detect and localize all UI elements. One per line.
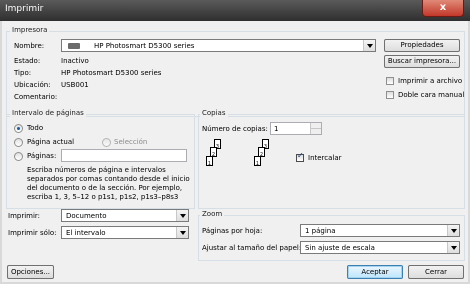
print-what-value: Documento: [66, 212, 107, 220]
pages-per-sheet-label: Páginas por hoja:: [202, 227, 263, 235]
range-current-label: Página actual: [27, 138, 75, 146]
printer-icon: [68, 43, 80, 49]
pages-input[interactable]: [61, 149, 187, 162]
collate-stack-1: 3 2 1: [202, 139, 232, 179]
range-pages-label: Páginas:: [27, 152, 57, 160]
chevron-down-icon: [447, 225, 459, 236]
ok-button[interactable]: Aceptar: [347, 265, 403, 279]
printer-name-label: Nombre:: [14, 42, 45, 50]
dialog-body: Impresora Nombre: HP Photosmart D5300 se…: [2, 21, 468, 282]
collate-checkbox[interactable]: ✓: [296, 151, 304, 162]
zoom-group: [198, 215, 465, 261]
spin-down-icon[interactable]: [310, 129, 321, 134]
copies-count-input[interactable]: 1: [270, 122, 322, 135]
scale-value: Sin ajuste de escala: [305, 244, 375, 252]
range-current-radio[interactable]: [14, 138, 23, 147]
copies-count-label: Número de copias:: [202, 125, 268, 133]
print-what-select[interactable]: Documento: [61, 209, 189, 222]
copies-count-value: 1: [274, 125, 279, 133]
type-label: Tipo:: [14, 69, 32, 77]
printer-name-select[interactable]: HP Photosmart D5300 series: [61, 39, 376, 52]
printer-name-value: HP Photosmart D5300 series: [94, 42, 195, 50]
range-help-text: Escriba números de página e intervalos s…: [27, 166, 190, 201]
collate-label: Intercalar: [308, 154, 342, 162]
print-to-file-checkbox[interactable]: [386, 77, 394, 85]
collate-stack-2: 3 2 1: [250, 139, 280, 179]
range-selection-label: Selección: [114, 138, 148, 146]
properties-button[interactable]: Propiedades: [384, 39, 460, 52]
chevron-down-icon: [447, 242, 459, 253]
duplex-checkbox[interactable]: [386, 91, 394, 99]
page-range-group-title: Intervalo de páginas: [10, 109, 86, 117]
title-bar: Imprimir x: [0, 0, 470, 21]
duplex-label: Doble cara manual: [398, 91, 465, 99]
chevron-down-icon: [176, 227, 188, 238]
cancel-button[interactable]: Cerrar: [408, 265, 464, 279]
print-only-value: El intervalo: [66, 229, 106, 237]
collate-sheet: 1: [254, 156, 261, 167]
close-button[interactable]: x: [422, 0, 464, 17]
print-what-label: Imprimir:: [8, 212, 41, 220]
scale-label: Ajustar al tamaño del papel:: [202, 244, 302, 252]
options-button[interactable]: Opciones...: [7, 265, 54, 279]
pages-per-sheet-value: 1 página: [305, 227, 336, 235]
chevron-down-icon: [363, 40, 375, 51]
find-printer-button[interactable]: Buscar impresora...: [384, 55, 460, 68]
range-selection-radio[interactable]: [102, 138, 111, 147]
status-label: Estado:: [14, 57, 41, 65]
printer-group-title: Impresora: [10, 26, 50, 34]
range-all-radio[interactable]: [14, 124, 23, 133]
zoom-group-title: Zoom: [200, 210, 225, 218]
range-all-label: Todo: [27, 124, 44, 132]
window-title: Imprimir: [5, 4, 44, 14]
pages-per-sheet-select[interactable]: 1 página: [300, 224, 460, 237]
print-only-label: Imprimir sólo:: [8, 229, 57, 237]
location-value: USB001: [61, 81, 89, 89]
location-label: Ubicación:: [14, 81, 51, 89]
range-pages-radio[interactable]: [14, 152, 23, 161]
scale-select[interactable]: Sin ajuste de escala: [300, 241, 460, 254]
print-dialog: Imprimir x Impresora Nombre: HP Photosma…: [0, 0, 470, 284]
status-value: Inactivo: [61, 57, 89, 65]
comment-label: Comentario:: [14, 93, 58, 101]
collate-sheet: 1: [206, 156, 213, 167]
print-to-file-label: Imprimir a archivo: [398, 77, 463, 85]
check-icon: ✓: [297, 151, 304, 160]
type-value: HP Photosmart D5300 series: [61, 69, 162, 77]
copies-group-title: Copias: [200, 109, 228, 117]
chevron-down-icon: [176, 210, 188, 221]
print-only-select[interactable]: El intervalo: [61, 226, 189, 239]
